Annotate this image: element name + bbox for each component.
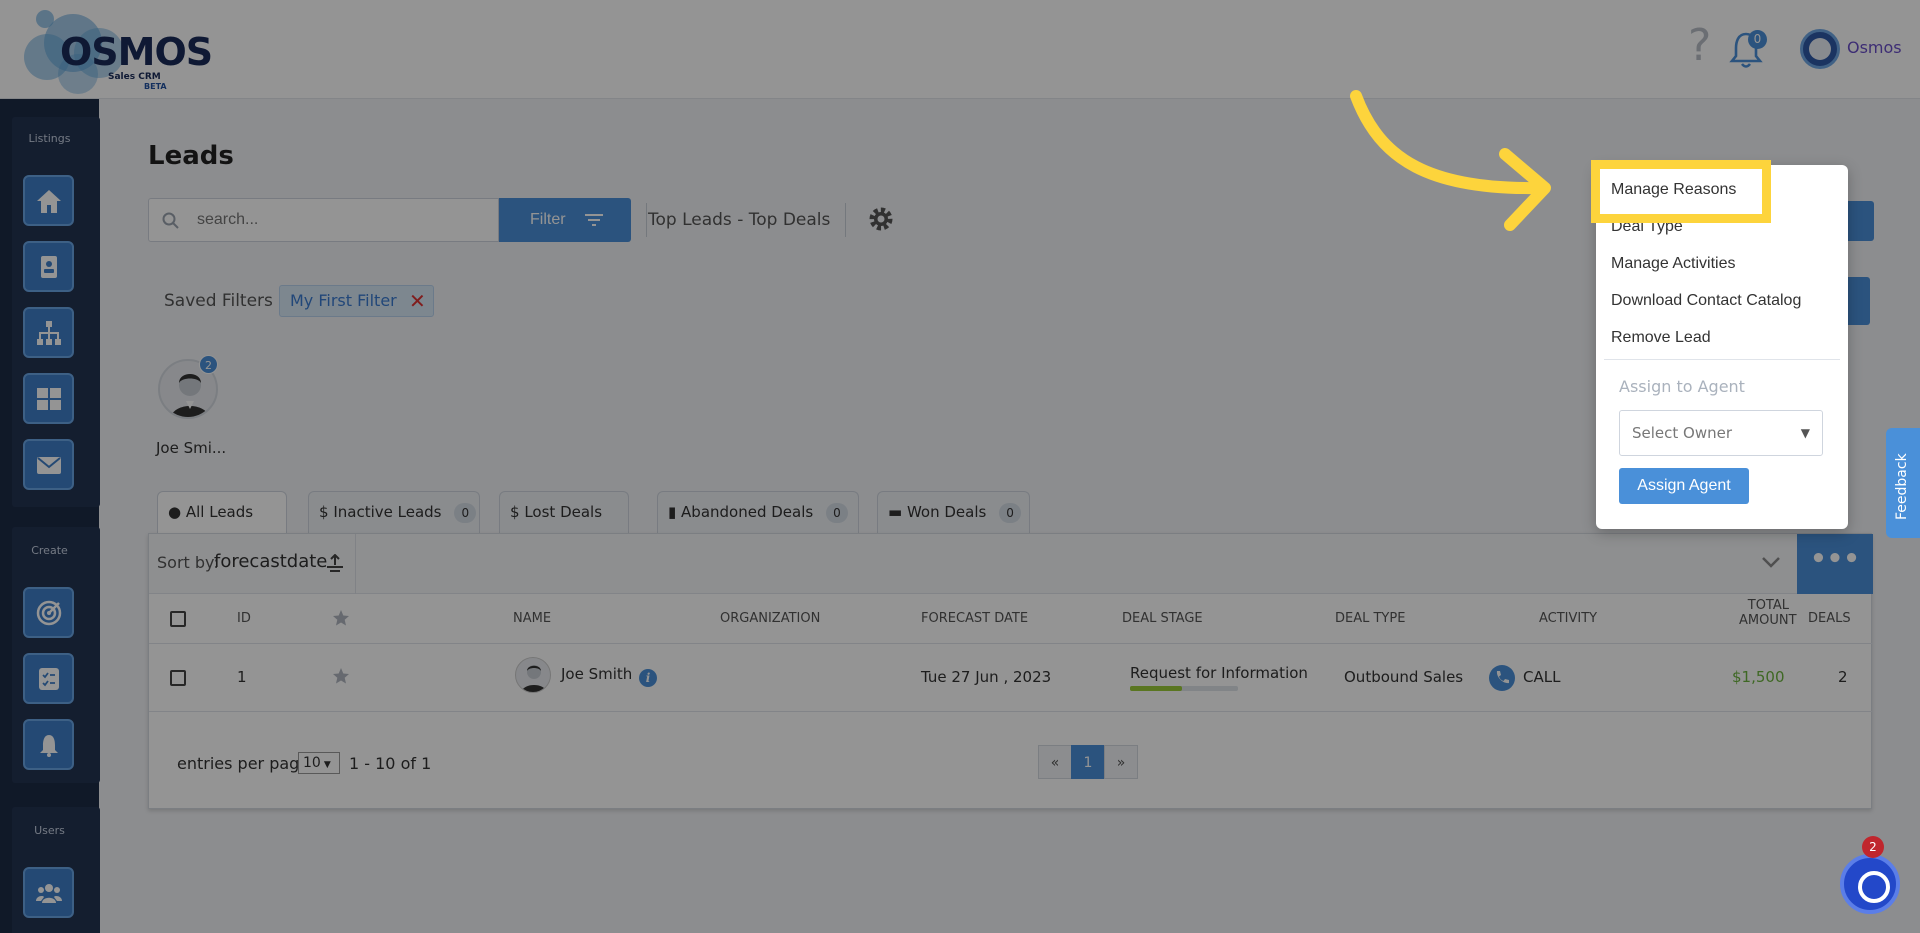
chat-badge: 2	[1862, 836, 1884, 858]
pointer-arrow-icon	[1350, 90, 1551, 231]
assign-agent-label: Assign to Agent	[1619, 377, 1745, 396]
menu-item-remove-lead[interactable]: Remove Lead	[1611, 329, 1711, 347]
highlighted-manage-reasons: Manage Reasons	[1611, 181, 1737, 198]
highlight-box[interactable]: Manage Reasons	[1591, 160, 1771, 223]
menu-item-download-contact-catalog[interactable]: Download Contact Catalog	[1611, 292, 1801, 310]
menu-item-manage-activities[interactable]: Manage Activities	[1611, 255, 1736, 273]
feedback-label: Feedback	[1894, 453, 1910, 520]
select-owner-dropdown[interactable]: Select Owner ▼	[1619, 410, 1823, 456]
select-owner-placeholder: Select Owner	[1632, 424, 1733, 442]
divider	[1604, 359, 1840, 360]
feedback-tab[interactable]: Feedback	[1886, 428, 1920, 538]
caret-down-icon: ▼	[1800, 426, 1810, 440]
chat-widget-button[interactable]	[1840, 854, 1900, 914]
assign-agent-button[interactable]: Assign Agent	[1619, 468, 1749, 504]
